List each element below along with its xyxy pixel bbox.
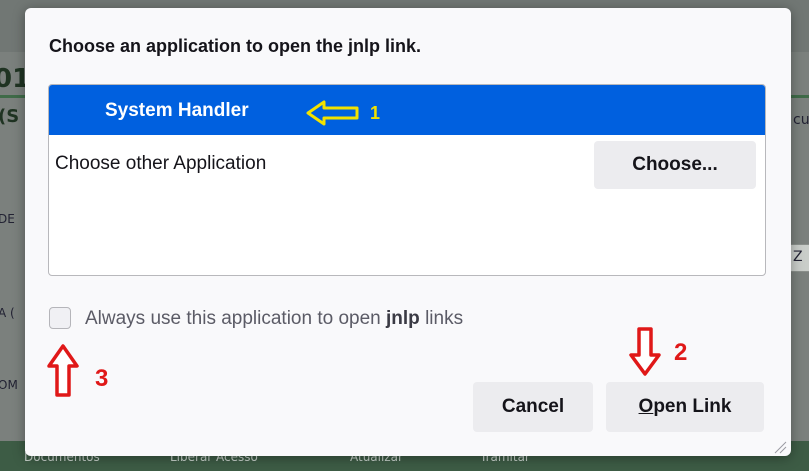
- arrow-left-icon: [306, 100, 359, 126]
- background-fragment: OM: [0, 378, 18, 392]
- always-use-label-prefix: Always use this application to open: [85, 308, 387, 329]
- app-item-label: Choose other Application: [55, 153, 267, 174]
- arrow-up-icon: [47, 344, 79, 397]
- arrow-down-icon: [629, 327, 661, 376]
- open-link-label: pen Link: [653, 396, 732, 417]
- app-item-system-handler[interactable]: System Handler: [49, 85, 765, 135]
- background-fragment: (S: [0, 106, 20, 127]
- app-item-label: System Handler: [105, 100, 249, 121]
- background-fragment: cu: [793, 112, 809, 128]
- open-link-button[interactable]: Open Link: [606, 382, 764, 432]
- always-use-label[interactable]: Always use this application to open jnlp…: [85, 308, 463, 330]
- app-item-choose-other[interactable]: Choose other Application Choose...: [49, 141, 765, 193]
- annotation-step-3: 3: [95, 365, 109, 392]
- background-fragment: A (: [0, 306, 15, 320]
- background-fragment: Z: [793, 249, 803, 265]
- always-use-checkbox[interactable]: [49, 307, 71, 329]
- choose-button[interactable]: Choose...: [594, 141, 756, 189]
- app-chooser-dialog: Choose an application to open the jnlp l…: [25, 8, 791, 456]
- annotation-step-1: 1: [370, 103, 381, 123]
- application-list[interactable]: System Handler Choose other Application …: [48, 84, 766, 276]
- dialog-title: Choose an application to open the jnlp l…: [49, 36, 422, 56]
- resize-grip-icon[interactable]: [773, 440, 787, 454]
- open-link-mnemonic: O: [638, 396, 654, 417]
- cancel-button[interactable]: Cancel: [473, 382, 593, 432]
- always-use-label-type: jnlp: [386, 308, 420, 329]
- background-fragment: DE: [0, 212, 15, 226]
- always-use-label-suffix: links: [419, 308, 464, 329]
- annotation-step-2: 2: [674, 339, 688, 366]
